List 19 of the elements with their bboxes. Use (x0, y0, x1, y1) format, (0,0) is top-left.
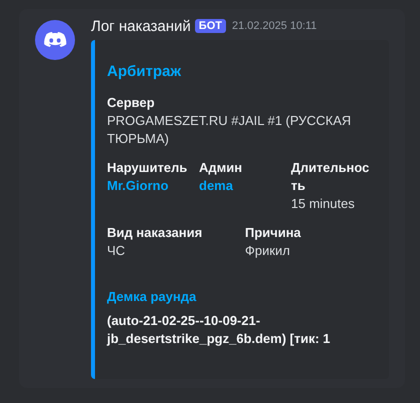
field-value: 15 minutes (291, 195, 356, 213)
bot-avatar-icon (35, 20, 75, 60)
field-label: Вид наказания (107, 224, 204, 242)
field-value: Фрикил (245, 242, 291, 260)
field-label: Сервер (107, 94, 156, 112)
field-value: PROGAMESZET.RU #JAIL #1 (РУССКАЯ ТЮРЬМА) (107, 112, 352, 148)
embed-title: Арбитраж (107, 62, 182, 82)
user-link[interactable]: dema (199, 177, 281, 195)
field-value: ЧС (107, 242, 126, 260)
field-label: Причина (245, 224, 302, 242)
field-label: Длительность (291, 159, 370, 195)
author-name[interactable]: Лог наказаний (91, 18, 191, 34)
timestamp: 21.02.2025 10:11 (232, 20, 317, 32)
user-link[interactable]: Mr.Giorno (107, 177, 189, 195)
bot-tag: БОТ (194, 19, 226, 33)
field-label: Нарушитель (107, 159, 188, 177)
field-label: Админ (199, 159, 244, 177)
demo-filename: (auto-21-02-25--10-09-21-jb_desertstrike_pgz_6b.dem) [тик: 1 (107, 312, 332, 348)
section-heading: Демка раунда (107, 288, 198, 306)
